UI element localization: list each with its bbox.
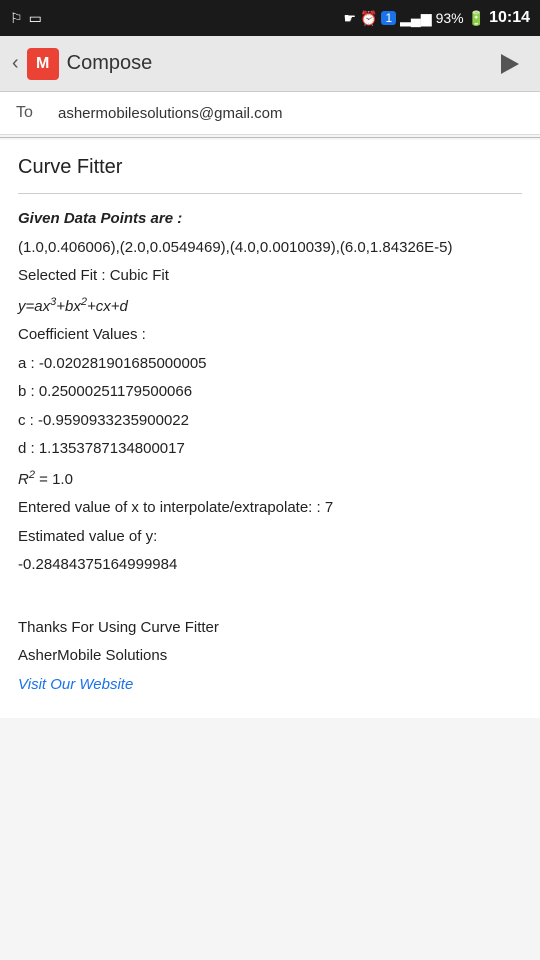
- exponent-r2: 2: [29, 469, 35, 481]
- estimated-value: -0.28484375164999984: [18, 554, 522, 577]
- formula-text: y=ax3+bx2+cx+d: [18, 298, 128, 315]
- gmail-icon: M: [27, 48, 59, 80]
- subject-divider: [18, 193, 522, 194]
- eye-icon: ☛: [343, 10, 356, 27]
- visit-website-link[interactable]: Visit Our Website: [18, 676, 133, 693]
- given-data-label: Given Data Points are :: [18, 208, 522, 231]
- footer-section: Thanks For Using Curve Fitter AsherMobil…: [18, 617, 522, 697]
- r-squared: R2 = 1.0: [18, 467, 522, 492]
- coefficient-label: Coefficient Values :: [18, 324, 522, 347]
- usb-icon: ⚐: [10, 10, 23, 27]
- image-icon: ▭: [29, 10, 42, 27]
- to-row: To: [0, 92, 540, 135]
- data-points: (1.0,0.406006),(2.0,0.0549469),(4.0,0.00…: [18, 237, 522, 260]
- selected-fit: Selected Fit : Cubic Fit: [18, 265, 522, 288]
- notification-badge: 1: [381, 11, 396, 25]
- formula-line: y=ax3+bx2+cx+d: [18, 294, 522, 319]
- estimated-label: Estimated value of y:: [18, 526, 522, 549]
- status-left-icons: ⚐ ▭: [10, 10, 42, 27]
- status-bar: ⚐ ▭ ☛ ⏰ 1 ▂▄▆ 93% 🔋 10:14: [0, 0, 540, 36]
- thanks-line2: AsherMobile Solutions: [18, 645, 522, 668]
- b-value: b : 0.25000251179500066: [18, 381, 522, 404]
- given-data-bold: Given Data Points are :: [18, 210, 182, 227]
- alarm-icon: ⏰: [360, 10, 377, 27]
- status-right-area: ☛ ⏰ 1 ▂▄▆ 93% 🔋 10:14: [343, 9, 530, 27]
- d-value: d : 1.1353787134800017: [18, 438, 522, 461]
- signal-bars-icon: ▂▄▆: [400, 10, 431, 27]
- status-time: 10:14: [489, 9, 530, 27]
- visit-link[interactable]: Visit Our Website: [18, 674, 522, 697]
- exponent-3: 3: [50, 296, 56, 308]
- send-button[interactable]: [492, 46, 528, 82]
- send-icon: [501, 54, 519, 74]
- exponent-2: 2: [81, 296, 87, 308]
- header-divider: [0, 137, 540, 138]
- content-area: Curve Fitter Given Data Points are : (1.…: [0, 140, 540, 718]
- battery-icon: 🔋: [468, 10, 485, 27]
- a-value: a : -0.020281901685000005: [18, 353, 522, 376]
- back-button[interactable]: ‹: [12, 52, 19, 75]
- to-label: To: [16, 104, 46, 122]
- thanks-line1: Thanks For Using Curve Fitter: [18, 617, 522, 640]
- interpolate-label: Entered value of x to interpolate/extrap…: [18, 497, 522, 520]
- app-bar: ‹ M Compose: [0, 36, 540, 92]
- email-subject: Curve Fitter: [18, 156, 522, 179]
- to-input[interactable]: [58, 105, 524, 122]
- app-bar-left: ‹ M Compose: [12, 48, 152, 80]
- c-value: c : -0.9590933235900022: [18, 410, 522, 433]
- email-body: Given Data Points are : (1.0,0.406006),(…: [18, 208, 522, 696]
- compose-title: Compose: [67, 52, 153, 75]
- battery-percent: 93%: [436, 10, 464, 26]
